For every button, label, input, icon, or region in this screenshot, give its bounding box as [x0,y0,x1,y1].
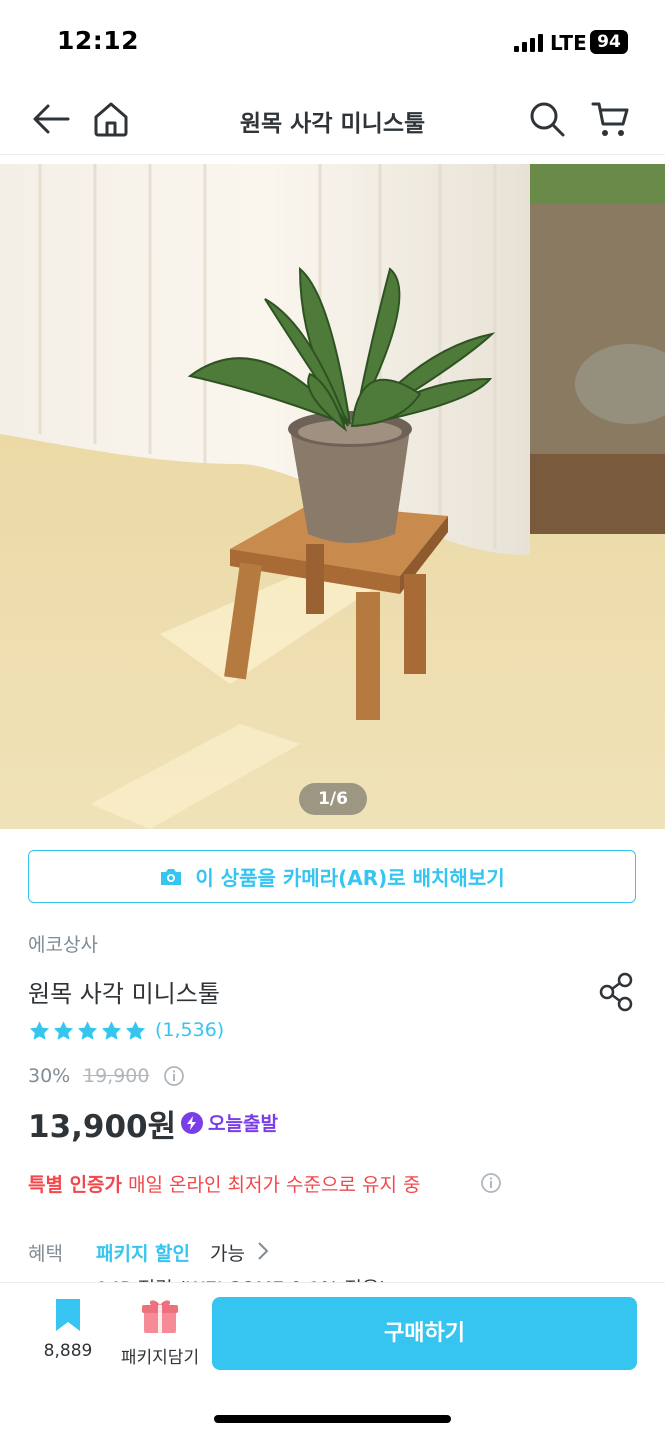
gift-box-icon [142,1300,178,1333]
info-icon[interactable] [163,1065,185,1087]
today-delivery-label: 오늘출발 [208,1113,278,1135]
promo-text: 매일 온라인 최저가 수준으로 유지 중 [128,1174,421,1196]
sale-price: 13,900원 [28,1109,177,1145]
bookmark-count: 8,889 [43,1341,93,1361]
header-divider [0,154,665,155]
ar-camera-button[interactable]: 이 상품을 카메라(AR)로 배치해보기 [28,850,636,903]
network-label: LTE [550,31,587,55]
camera-icon [161,868,182,885]
home-icon [94,102,128,137]
promo-banner: 특별 인증가 매일 온라인 최저가 수준으로 유지 중 [28,1170,420,1197]
benefit-availability: 가능 [210,1243,245,1265]
signal-icon [514,34,543,52]
share-icon [599,972,633,1012]
cart-icon [591,102,629,136]
home-indicator [214,1415,451,1423]
back-button[interactable] [28,96,74,142]
ar-button-label: 이 상품을 카메라(AR)로 배치해보기 [195,866,505,890]
search-icon [530,102,565,137]
star-icon [29,1021,50,1040]
package-add-label: 패키지담기 [120,1348,200,1368]
top-nav: 원목 사각 미니스툴 [0,86,665,156]
product-image-carousel[interactable] [0,164,665,829]
buy-button[interactable]: 구매하기 [212,1297,637,1370]
status-bar: 12:12 LTE 94 [0,0,665,86]
package-add-button[interactable]: 패키지담기 [116,1297,204,1373]
star-icon [125,1021,146,1040]
bookmark-button[interactable]: 8,889 [30,1297,106,1373]
benefit-label: 혜택 [28,1243,63,1265]
brand-name[interactable]: 에코상사 [28,930,98,957]
rating-stars [28,1020,147,1042]
bookmark-icon [56,1299,80,1331]
star-icon [53,1021,74,1040]
lightning-icon [181,1111,203,1134]
home-button[interactable] [88,96,134,142]
info-icon[interactable] [480,1172,502,1194]
package-discount-link[interactable]: 패키지 할인 [96,1239,190,1266]
star-icon [77,1021,98,1040]
chevron-right-icon[interactable] [256,1241,270,1261]
cart-button[interactable] [588,96,634,142]
star-icon [101,1021,122,1040]
search-button[interactable] [524,96,570,142]
product-name: 원목 사각 미니스툴 [28,980,220,1008]
status-time: 12:12 [57,26,140,55]
share-button[interactable] [596,970,638,1014]
discount-rate: 30% [28,1065,71,1087]
bottom-action-bar: 8,889 패키지담기 구매하기 [0,1283,665,1440]
promo-title: 특별 인증가 [28,1174,123,1196]
product-photo [0,164,665,829]
review-count-link[interactable]: (1,536) [155,1019,224,1041]
arrow-left-icon [33,104,70,134]
original-price: 19,900 [83,1065,150,1087]
battery-icon: 94 [590,30,628,54]
today-delivery-badge: 오늘출발 [180,1109,278,1136]
carousel-page-indicator: 1/6 [299,783,367,815]
